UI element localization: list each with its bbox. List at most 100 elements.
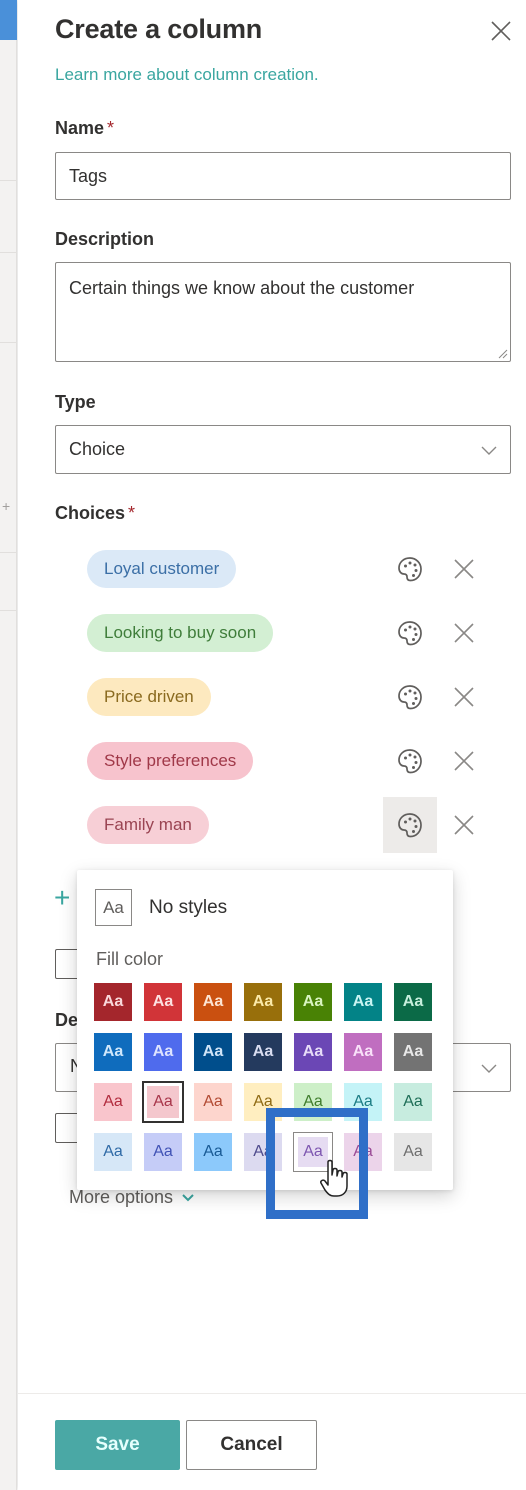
background-divider xyxy=(0,342,17,343)
remove-choice-button[interactable] xyxy=(449,618,479,648)
type-label: Type xyxy=(55,392,96,412)
background-divider xyxy=(0,252,17,253)
close-icon xyxy=(454,751,474,771)
fill-color-swatch[interactable]: Aa xyxy=(394,1133,432,1171)
choice-pill[interactable]: Style preferences xyxy=(87,742,254,780)
fill-color-swatch[interactable]: Aa xyxy=(94,1033,132,1071)
choice-style-button[interactable] xyxy=(383,733,437,789)
fill-color-swatch[interactable]: Aa xyxy=(294,1083,332,1121)
no-styles-swatch: Aa xyxy=(95,889,132,926)
fill-color-swatch[interactable]: Aa xyxy=(344,1033,382,1071)
fill-color-swatch[interactable]: Aa xyxy=(294,1033,332,1071)
learn-more-link[interactable]: Learn more about column creation. xyxy=(55,65,319,85)
choice-pill[interactable]: Looking to buy soon xyxy=(87,614,274,652)
choice-pill[interactable]: Loyal customer xyxy=(87,550,237,588)
palette-icon xyxy=(398,813,422,838)
fill-color-swatch[interactable]: Aa xyxy=(244,1033,282,1071)
description-text: Certain things we know about the custome… xyxy=(69,278,415,298)
cancel-button[interactable]: Cancel xyxy=(186,1420,317,1470)
choice-style-button[interactable] xyxy=(383,605,437,661)
choice-row: Looking to buy soon xyxy=(87,614,517,652)
name-input[interactable]: Tags xyxy=(55,152,511,200)
default-value-label: De xyxy=(55,1010,79,1030)
save-button[interactable]: Save xyxy=(55,1420,180,1470)
fill-color-swatch[interactable]: Aa xyxy=(94,1083,132,1121)
chevron-down-icon xyxy=(481,1064,497,1073)
remove-choice-button[interactable] xyxy=(449,682,479,712)
footer-divider xyxy=(18,1393,526,1394)
fill-color-label: Fill color xyxy=(96,949,164,969)
fill-color-swatch[interactable]: Aa xyxy=(142,1081,184,1123)
fill-color-swatch[interactable]: Aa xyxy=(344,1133,382,1171)
chevron-down-icon xyxy=(481,446,497,455)
background-accent-bar xyxy=(0,0,17,40)
name-label: Name * xyxy=(55,118,114,139)
name-label-text: Name xyxy=(55,118,105,138)
fill-color-swatch[interactable]: Aa xyxy=(244,1133,282,1171)
background-divider xyxy=(0,552,17,553)
choices-label: Choices * xyxy=(55,503,135,524)
background-page-strip: + xyxy=(0,0,17,1490)
panel-title: Create a column xyxy=(55,14,263,44)
close-icon xyxy=(454,687,474,707)
chevron-down-icon xyxy=(182,1193,194,1201)
description-textarea[interactable]: Certain things we know about the custome… xyxy=(55,262,511,362)
palette-icon xyxy=(398,557,422,582)
fill-color-swatch[interactable]: Aa xyxy=(194,1133,232,1171)
no-styles-label: No styles xyxy=(149,896,228,918)
close-button[interactable] xyxy=(488,18,514,44)
background-divider xyxy=(0,610,17,611)
fill-color-swatch[interactable]: Aa xyxy=(394,1033,432,1071)
fill-color-swatch[interactable]: Aa xyxy=(244,1083,282,1121)
fill-color-swatch[interactable]: Aa xyxy=(194,983,232,1021)
remove-choice-button[interactable] xyxy=(449,746,479,776)
more-options-toggle[interactable]: More options xyxy=(69,1187,195,1208)
type-dropdown[interactable]: Choice xyxy=(55,425,511,474)
choice-pill[interactable]: Family man xyxy=(87,806,209,844)
choice-pill[interactable]: Price driven xyxy=(87,678,211,716)
palette-icon xyxy=(398,621,422,646)
fill-color-swatch[interactable]: Aa xyxy=(94,1133,132,1171)
fill-color-swatch[interactable]: Aa xyxy=(94,983,132,1021)
fill-color-swatch[interactable]: Aa xyxy=(244,983,282,1021)
fill-color-swatch[interactable]: Aa xyxy=(344,1083,382,1121)
close-icon xyxy=(454,815,474,835)
palette-icon xyxy=(398,685,422,710)
fill-color-swatch[interactable]: Aa xyxy=(194,1083,232,1121)
no-styles-option[interactable]: Aa No styles xyxy=(95,889,227,926)
background-divider xyxy=(0,180,17,181)
fill-color-swatch[interactable]: Aa xyxy=(144,983,182,1021)
palette-icon xyxy=(398,749,422,774)
description-label: Description xyxy=(55,229,155,249)
choice-style-button[interactable] xyxy=(383,669,437,725)
choice-style-button[interactable] xyxy=(383,797,437,853)
close-icon xyxy=(454,559,474,579)
more-options-label: More options xyxy=(69,1187,174,1207)
resize-grip-icon[interactable] xyxy=(496,347,508,359)
fill-color-swatch[interactable]: Aa xyxy=(293,1132,333,1172)
close-icon xyxy=(454,623,474,643)
required-mark: * xyxy=(107,118,115,138)
choices-label-text: Choices xyxy=(55,503,126,523)
choice-row: Family man xyxy=(87,797,517,853)
fill-color-swatch[interactable]: Aa xyxy=(144,1033,182,1071)
choice-style-button[interactable] xyxy=(383,541,437,597)
fill-color-swatch[interactable]: Aa xyxy=(394,983,432,1021)
choice-row: Style preferences xyxy=(87,742,517,780)
choice-row: Loyal customer xyxy=(87,550,517,588)
fill-color-grid: Aa Aa Aa Aa Aa Aa Aa Aa Aa Aa Aa Aa Aa Aa Aa Aa Aa Aa Aa Aa… xyxy=(94,983,432,1172)
fill-color-swatch[interactable]: Aa xyxy=(294,983,332,1021)
fill-color-swatch[interactable]: Aa xyxy=(344,983,382,1021)
add-choice-icon[interactable]: + xyxy=(54,882,70,914)
remove-choice-button[interactable] xyxy=(449,554,479,584)
close-icon xyxy=(491,21,511,41)
type-value: Choice xyxy=(69,439,126,459)
choice-row: Price driven xyxy=(87,678,517,716)
remove-choice-button[interactable] xyxy=(449,810,479,840)
fill-color-swatch[interactable]: Aa xyxy=(144,1133,182,1171)
fill-color-swatch[interactable]: Aa xyxy=(394,1083,432,1121)
create-column-panel: Create a column Learn more about column … xyxy=(18,0,526,1490)
fill-color-swatch[interactable]: Aa xyxy=(194,1033,232,1071)
background-plus-icon: + xyxy=(2,498,11,514)
choice-style-popup: Aa No styles Fill color Aa Aa Aa Aa Aa Aa Aa Aa… xyxy=(77,870,453,1190)
